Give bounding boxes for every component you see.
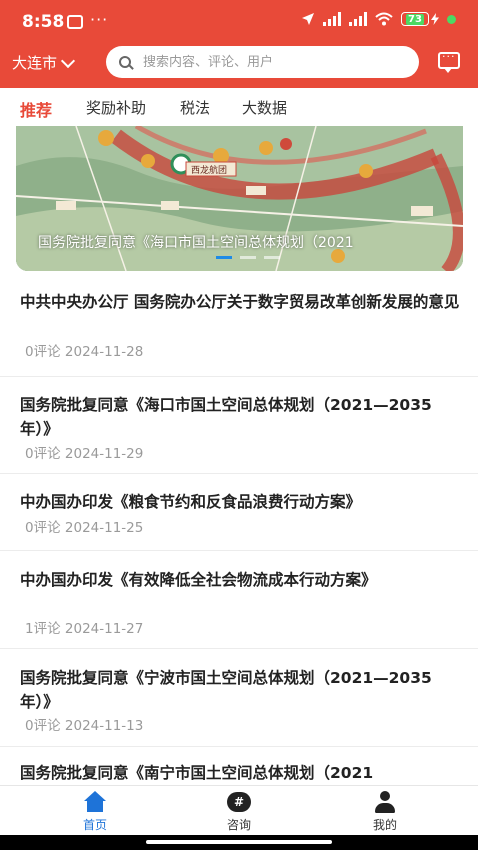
message-icon[interactable] <box>438 50 460 73</box>
home-icon <box>83 791 107 813</box>
chat-hash-icon: # <box>227 792 251 812</box>
article-item[interactable]: 国务院批复同意《宁波市国土空间总体规划（2021—2035年）》 0评论 202… <box>0 649 478 747</box>
article-title: 国务院批复同意《海口市国土空间总体规划（2021—2035年）》 <box>20 396 432 438</box>
comment-count: 0评论 <box>25 344 61 360</box>
article-date: 2024-11-29 <box>64 446 144 462</box>
carousel-indicator <box>216 256 280 259</box>
status-icons: 73 <box>301 12 456 26</box>
nav-home-label: 首页 <box>82 818 107 832</box>
map-label: 西龙航团 <box>191 164 227 176</box>
article-meta: 0评论 2024-11-25 <box>25 516 143 536</box>
article-date: 2024-11-28 <box>64 344 144 360</box>
nav-consult[interactable]: # 咨询 <box>199 790 279 833</box>
app-header: 大连市 <box>0 44 478 88</box>
article-title: 中办国办印发《有效降低全社会物流成本行动方案》 <box>20 571 377 589</box>
article-meta: 0评论 2024-11-13 <box>25 714 143 734</box>
tab-recommend[interactable]: 推荐 <box>20 97 52 121</box>
article-date: 2024-11-25 <box>64 520 144 536</box>
nav-mine[interactable]: 我的 <box>345 790 425 833</box>
category-tabs: 推荐 奖励补助 税法 大数据 <box>0 88 478 126</box>
system-home-indicator <box>0 835 478 850</box>
tab-big-data[interactable]: 大数据 <box>242 97 287 118</box>
battery-icon: 73 <box>401 12 439 26</box>
search-box[interactable] <box>106 46 419 78</box>
bottom-navigation: 首页 # 咨询 我的 <box>0 785 478 836</box>
tab-rewards[interactable]: 奖励补助 <box>86 97 146 118</box>
banner-carousel[interactable]: 西龙航团 国务院批复同意《海口市国土空间总体规划（2021 <box>16 126 463 271</box>
article-title: 国务院批复同意《南宁市国土空间总体规划（2021 <box>20 764 374 782</box>
comment-count: 0评论 <box>25 520 61 536</box>
charging-icon <box>431 13 439 25</box>
city-selector[interactable]: 大连市 <box>12 52 76 73</box>
article-meta: 1评论 2024-11-27 <box>25 617 143 637</box>
battery-level: 73 <box>406 13 424 25</box>
comment-count: 1评论 <box>25 621 61 637</box>
search-icon <box>119 56 131 68</box>
nav-mine-label: 我的 <box>372 818 397 832</box>
status-bar: 8:58 ··· 73 <box>0 0 478 44</box>
article-date: 2024-11-13 <box>64 718 144 734</box>
more-notifications-icon: ··· <box>90 10 109 29</box>
privacy-indicator-icon <box>447 14 456 24</box>
article-date: 2024-11-27 <box>64 621 144 637</box>
city-label: 大连市 <box>12 54 58 72</box>
article-item[interactable]: 中共中央办公厅 国务院办公厅关于数字贸易改革创新发展的意见 0评论 2024-1… <box>0 272 478 377</box>
comment-count: 0评论 <box>25 446 61 462</box>
chevron-down-icon <box>60 53 76 68</box>
user-icon <box>374 791 396 813</box>
signal-hd-icon <box>349 12 367 26</box>
article-item[interactable]: 国务院批复同意《南宁市国土空间总体规划（2021 <box>0 747 478 787</box>
comment-count: 0评论 <box>25 718 61 734</box>
status-time: 8:58 <box>22 12 65 32</box>
banner-caption: 国务院批复同意《海口市国土空间总体规划（2021 <box>38 235 354 251</box>
article-meta: 0评论 2024-11-29 <box>25 442 143 462</box>
tab-tax-law[interactable]: 税法 <box>180 97 210 118</box>
article-title: 国务院批复同意《宁波市国土空间总体规划（2021—2035年）》 <box>20 669 432 711</box>
app-notification-icon <box>67 15 83 29</box>
article-meta: 0评论 2024-11-28 <box>25 340 143 360</box>
nav-home[interactable]: 首页 <box>55 790 135 833</box>
search-input[interactable] <box>141 53 405 71</box>
article-item[interactable]: 中办国办印发《有效降低全社会物流成本行动方案》 1评论 2024-11-27 <box>0 551 478 649</box>
wifi-icon <box>375 12 393 26</box>
article-item[interactable]: 国务院批复同意《海口市国土空间总体规划（2021—2035年）》 0评论 202… <box>0 377 478 474</box>
article-title: 中办国办印发《粮食节约和反食品浪费行动方案》 <box>20 493 362 511</box>
article-item[interactable]: 中办国办印发《粮食节约和反食品浪费行动方案》 0评论 2024-11-25 <box>0 474 478 551</box>
article-title: 中共中央办公厅 国务院办公厅关于数字贸易改革创新发展的意见 <box>20 293 460 311</box>
nav-consult-label: 咨询 <box>226 818 251 832</box>
location-arrow-icon <box>302 13 314 25</box>
signal-icon <box>323 12 341 26</box>
